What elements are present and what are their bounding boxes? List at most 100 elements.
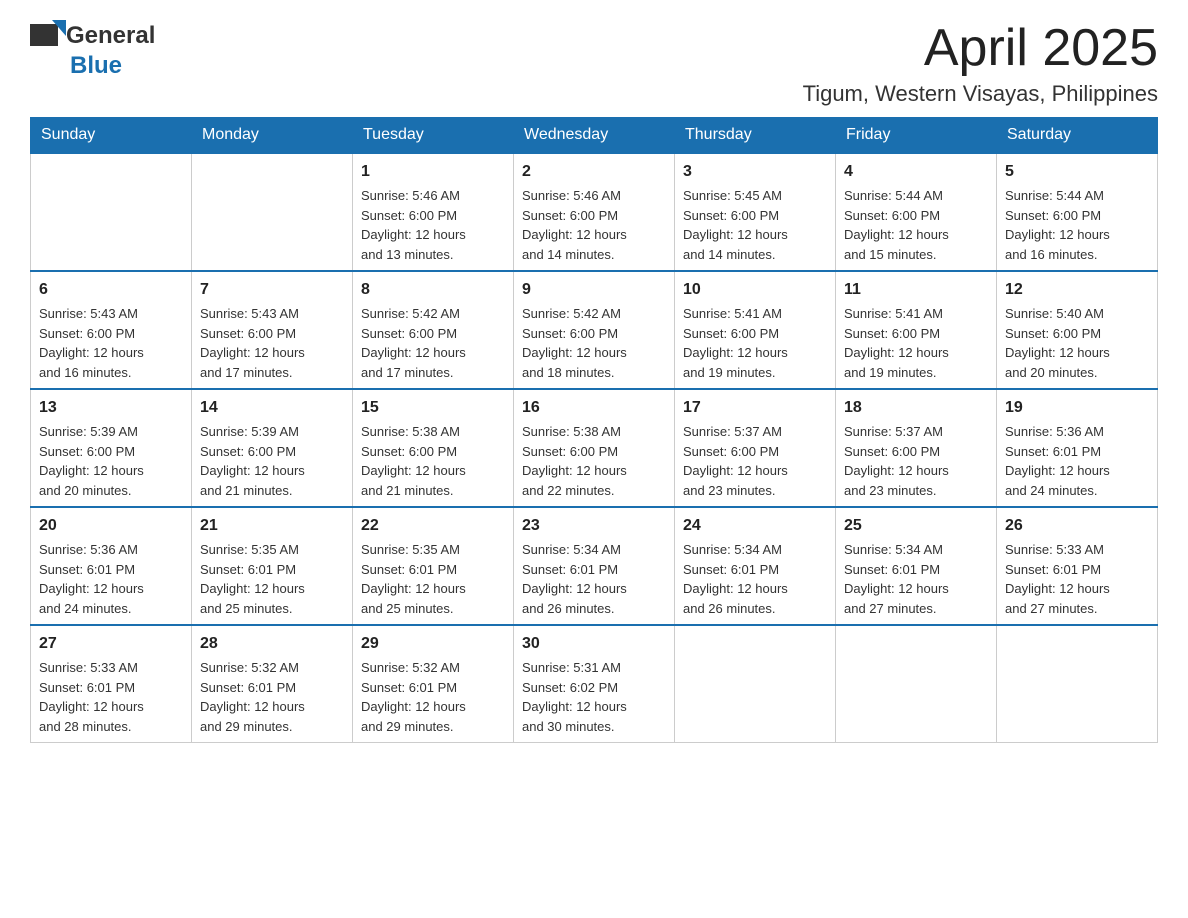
day-number: 7 (200, 278, 344, 302)
logo-blue-text: Blue (70, 52, 122, 80)
day-number: 6 (39, 278, 183, 302)
calendar-cell-1-1: 7Sunrise: 5:43 AMSunset: 6:00 PMDaylight… (192, 271, 353, 389)
day-info: Sunrise: 5:40 AMSunset: 6:00 PMDaylight:… (1005, 304, 1149, 382)
day-number: 24 (683, 514, 827, 538)
day-number: 17 (683, 396, 827, 420)
day-info: Sunrise: 5:36 AMSunset: 6:01 PMDaylight:… (1005, 422, 1149, 500)
day-info: Sunrise: 5:41 AMSunset: 6:00 PMDaylight:… (844, 304, 988, 382)
day-info: Sunrise: 5:32 AMSunset: 6:01 PMDaylight:… (200, 658, 344, 736)
calendar-cell-1-6: 12Sunrise: 5:40 AMSunset: 6:00 PMDayligh… (997, 271, 1158, 389)
day-number: 22 (361, 514, 505, 538)
logo-general-text: General (66, 22, 155, 50)
day-number: 2 (522, 160, 666, 184)
week-row-5: 27Sunrise: 5:33 AMSunset: 6:01 PMDayligh… (31, 625, 1158, 743)
day-number: 4 (844, 160, 988, 184)
day-number: 26 (1005, 514, 1149, 538)
week-row-2: 6 Sunrise: 5:43 AMSunset: 6:00 PMDaylight… (31, 271, 1158, 389)
calendar-cell-2-5: 18Sunrise: 5:37 AMSunset: 6:00 PMDayligh… (836, 389, 997, 507)
day-number: 10 (683, 278, 827, 302)
day-number: 20 (39, 514, 183, 538)
day-info: Sunrise: 5:34 AMSunset: 6:01 PMDaylight:… (683, 540, 827, 618)
day-info: Sunrise: 5:34 AMSunset: 6:01 PMDaylight:… (844, 540, 988, 618)
day-info: Sunrise: 5:38 AMSunset: 6:00 PMDaylight:… (361, 422, 505, 500)
calendar-cell-1-2: 8Sunrise: 5:42 AMSunset: 6:00 PMDaylight… (353, 271, 514, 389)
header-thursday: Thursday (675, 118, 836, 154)
day-number: 15 (361, 396, 505, 420)
day-info: Sunrise: 5:39 AMSunset: 6:00 PMDaylight:… (39, 422, 183, 500)
day-number: 11 (844, 278, 988, 302)
day-number: 13 (39, 396, 183, 420)
day-number: 23 (522, 514, 666, 538)
day-info: Sunrise: 5:33 AMSunset: 6:01 PMDaylight:… (39, 658, 183, 736)
day-number: 30 (522, 632, 666, 656)
day-info: Sunrise: 5:33 AMSunset: 6:01 PMDaylight:… (1005, 540, 1149, 618)
calendar-cell-1-4: 10Sunrise: 5:41 AMSunset: 6:00 PMDayligh… (675, 271, 836, 389)
day-info: Sunrise: 5:31 AMSunset: 6:02 PMDaylight:… (522, 658, 666, 736)
day-number: 28 (200, 632, 344, 656)
day-info: Sunrise: 5:37 AMSunset: 6:00 PMDaylight:… (844, 422, 988, 500)
day-number: 21 (200, 514, 344, 538)
day-number: 9 (522, 278, 666, 302)
calendar-cell-0-6: 5Sunrise: 5:44 AMSunset: 6:00 PMDaylight… (997, 153, 1158, 271)
day-info: Sunrise: 5:32 AMSunset: 6:01 PMDaylight:… (361, 658, 505, 736)
day-number: 29 (361, 632, 505, 656)
calendar-cell-3-4: 24Sunrise: 5:34 AMSunset: 6:01 PMDayligh… (675, 507, 836, 625)
day-number: 14 (200, 396, 344, 420)
day-number: 8 (361, 278, 505, 302)
day-info: Sunrise: 5:42 AMSunset: 6:00 PMDaylight:… (522, 304, 666, 382)
day-number: 16 (522, 396, 666, 420)
calendar-cell-4-0: 27Sunrise: 5:33 AMSunset: 6:01 PMDayligh… (31, 625, 192, 743)
day-number: 19 (1005, 396, 1149, 420)
calendar-title: April 2025 (803, 20, 1158, 77)
calendar-cell-0-3: 2Sunrise: 5:46 AMSunset: 6:00 PMDaylight… (514, 153, 675, 271)
title-section: April 2025 Tigum, Western Visayas, Phili… (803, 20, 1158, 107)
calendar-cell-4-5 (836, 625, 997, 743)
calendar-cell-3-3: 23Sunrise: 5:34 AMSunset: 6:01 PMDayligh… (514, 507, 675, 625)
day-info: Sunrise: 5:44 AMSunset: 6:00 PMDaylight:… (844, 186, 988, 264)
week-row-3: 13Sunrise: 5:39 AMSunset: 6:00 PMDayligh… (31, 389, 1158, 507)
day-info: Sunrise: 5:43 AMSunset: 6:00 PMDaylight:… (200, 304, 344, 382)
day-info: Sunrise: 5:38 AMSunset: 6:00 PMDaylight:… (522, 422, 666, 500)
header-sunday: Sunday (31, 118, 192, 154)
calendar-subtitle: Tigum, Western Visayas, Philippines (803, 81, 1158, 107)
day-info: Sunrise: 5:36 AMSunset: 6:01 PMDaylight:… (39, 540, 183, 618)
day-number: 5 (1005, 160, 1149, 184)
calendar-cell-0-2: 1Sunrise: 5:46 AMSunset: 6:00 PMDaylight… (353, 153, 514, 271)
weekday-header-row: Sunday Monday Tuesday Wednesday Thursday… (31, 118, 1158, 154)
header-tuesday: Tuesday (353, 118, 514, 154)
calendar-cell-2-0: 13Sunrise: 5:39 AMSunset: 6:00 PMDayligh… (31, 389, 192, 507)
day-info: Sunrise: 5:35 AMSunset: 6:01 PMDaylight:… (361, 540, 505, 618)
calendar-cell-3-1: 21Sunrise: 5:35 AMSunset: 6:01 PMDayligh… (192, 507, 353, 625)
calendar-cell-3-6: 26Sunrise: 5:33 AMSunset: 6:01 PMDayligh… (997, 507, 1158, 625)
calendar-cell-0-1 (192, 153, 353, 271)
calendar-cell-2-4: 17Sunrise: 5:37 AMSunset: 6:00 PMDayligh… (675, 389, 836, 507)
calendar-cell-2-2: 15Sunrise: 5:38 AMSunset: 6:00 PMDayligh… (353, 389, 514, 507)
day-info: Sunrise: 5:44 AMSunset: 6:00 PMDaylight:… (1005, 186, 1149, 264)
calendar-cell-1-5: 11Sunrise: 5:41 AMSunset: 6:00 PMDayligh… (836, 271, 997, 389)
header-monday: Monday (192, 118, 353, 154)
calendar-table: Sunday Monday Tuesday Wednesday Thursday… (30, 117, 1158, 743)
calendar-cell-4-6 (997, 625, 1158, 743)
page-header: General Blue April 2025 Tigum, Western V… (30, 20, 1158, 107)
calendar-cell-0-0 (31, 153, 192, 271)
day-number: 1 (361, 160, 505, 184)
header-wednesday: Wednesday (514, 118, 675, 154)
day-number: 3 (683, 160, 827, 184)
header-saturday: Saturday (997, 118, 1158, 154)
calendar-cell-2-3: 16Sunrise: 5:38 AMSunset: 6:00 PMDayligh… (514, 389, 675, 507)
day-number: 12 (1005, 278, 1149, 302)
calendar-cell-0-5: 4Sunrise: 5:44 AMSunset: 6:00 PMDaylight… (836, 153, 997, 271)
calendar-cell-4-1: 28Sunrise: 5:32 AMSunset: 6:01 PMDayligh… (192, 625, 353, 743)
calendar-cell-1-3: 9Sunrise: 5:42 AMSunset: 6:00 PMDaylight… (514, 271, 675, 389)
calendar-cell-2-6: 19Sunrise: 5:36 AMSunset: 6:01 PMDayligh… (997, 389, 1158, 507)
day-info: Sunrise: 5:45 AMSunset: 6:00 PMDaylight:… (683, 186, 827, 264)
header-friday: Friday (836, 118, 997, 154)
week-row-4: 20Sunrise: 5:36 AMSunset: 6:01 PMDayligh… (31, 507, 1158, 625)
day-number: 18 (844, 396, 988, 420)
day-info: Sunrise: 5:46 AMSunset: 6:00 PMDaylight:… (522, 186, 666, 264)
week-row-1: 1 Sunrise: 5:46 AMSunset: 6:00 PMDaylight… (31, 153, 1158, 271)
day-info: Sunrise: 5:34 AMSunset: 6:01 PMDaylight:… (522, 540, 666, 618)
day-number: 25 (844, 514, 988, 538)
day-number: 27 (39, 632, 183, 656)
calendar-cell-4-4 (675, 625, 836, 743)
